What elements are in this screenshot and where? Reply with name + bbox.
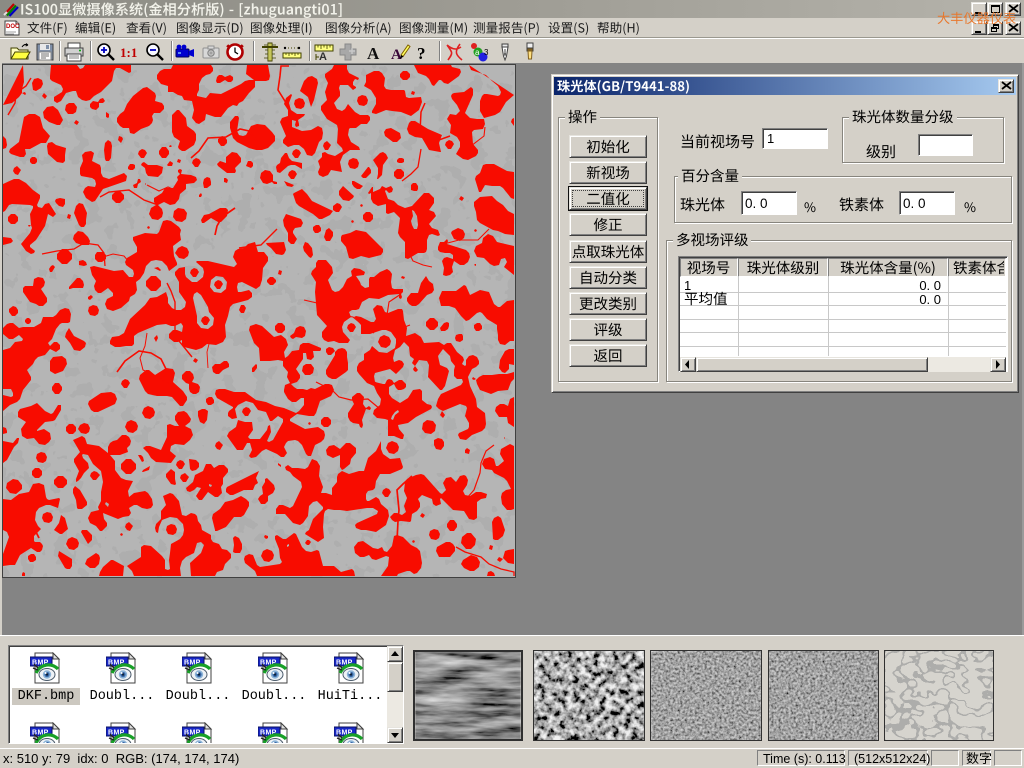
svg-text:?: ? [417, 44, 426, 63]
svg-text:3: 3 [484, 48, 489, 57]
svg-text:DOC: DOC [6, 24, 20, 30]
svg-text:a: a [475, 48, 480, 57]
svg-text:A: A [319, 51, 327, 63]
svg-text:A: A [391, 47, 402, 63]
svg-text:A: A [367, 44, 380, 63]
svg-text:1:1: 1:1 [120, 45, 137, 60]
